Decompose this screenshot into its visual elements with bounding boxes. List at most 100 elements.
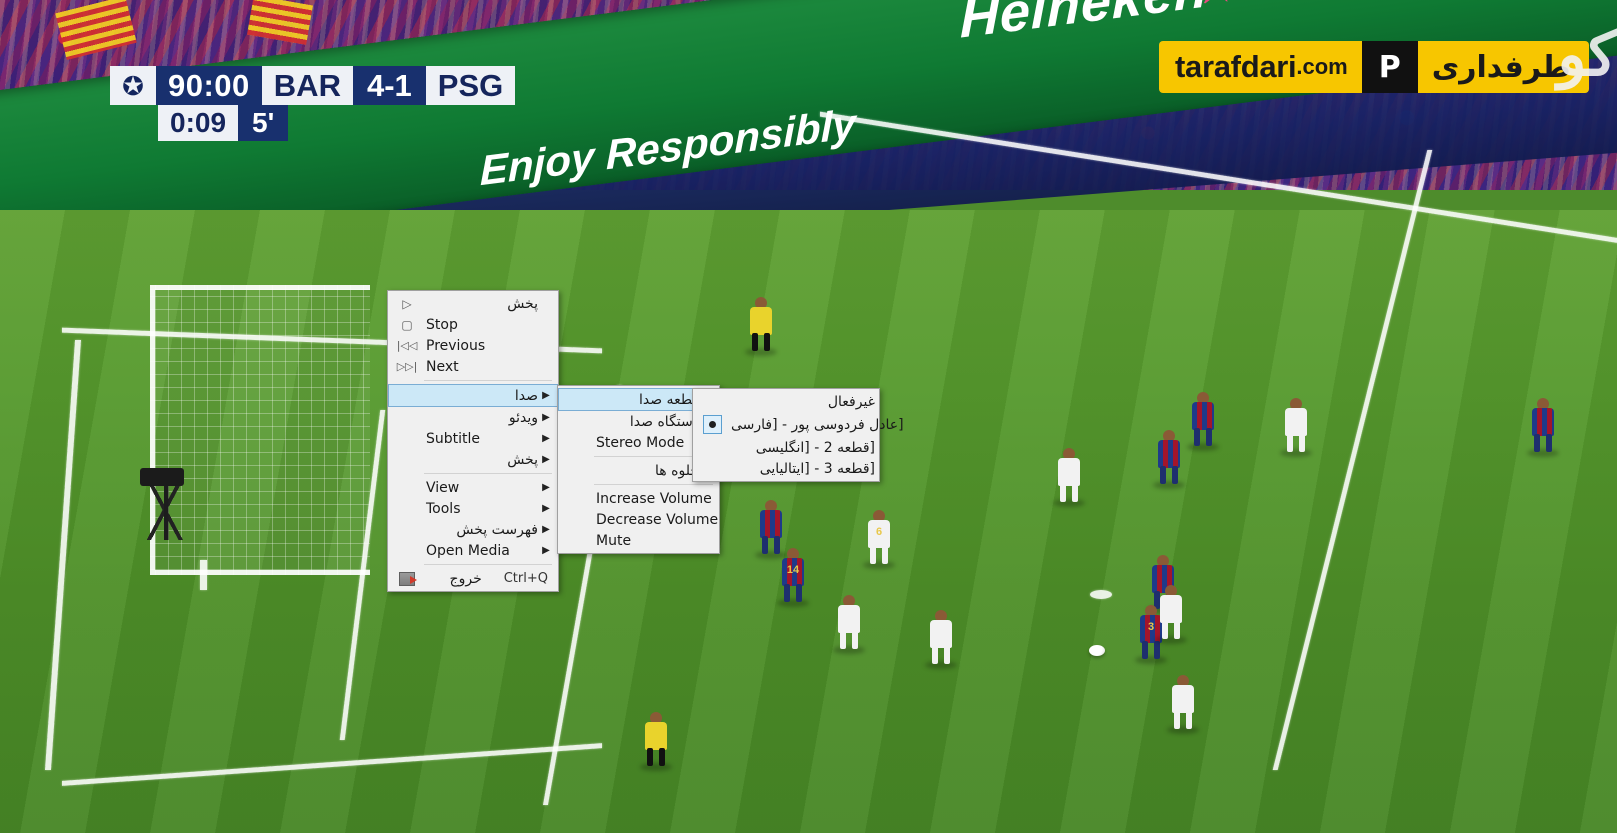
submenu-item-decrease-volume[interactable]: Decrease Volume [558, 509, 719, 530]
track-item-persian[interactable]: [عادل فردوسی پور - [فارسی [693, 412, 904, 437]
added-time-minutes: 5' [238, 105, 289, 141]
chevron-right-icon: ▶ [542, 482, 550, 493]
menu-item-audio[interactable]: صدا ▶ [388, 384, 558, 407]
quit-icon [392, 571, 422, 586]
player-psg [1053, 448, 1085, 507]
menu-item-label: فهرست پخش [456, 521, 538, 538]
track-item-label: [عادل فردوسی پور - [فارسی [731, 416, 904, 433]
menu-item-video[interactable]: ویدئو ▶ [388, 407, 558, 428]
player-psg [1155, 585, 1187, 644]
pitch-line-halfway [1272, 150, 1433, 770]
context-menu[interactable]: ▷ پخش ▢ Stop |◁◁ Previous ▷▷| Next صدا ▶ [387, 290, 559, 592]
menu-item-label: ویدئو [508, 409, 538, 426]
submenu-item-mute[interactable]: Mute [558, 530, 719, 551]
menu-item-playback[interactable]: پخش ▶ [388, 449, 558, 470]
submenu-item-label: Decrease Volume [596, 511, 719, 528]
menu-item-next[interactable]: ▷▷| Next [388, 356, 558, 377]
radio-selected-icon [697, 415, 727, 434]
player-psg: 6 [863, 510, 895, 569]
submenu-item-label: Mute [596, 532, 632, 549]
chevron-right-icon: ▶ [542, 412, 550, 423]
track-item-label: غیرفعال [827, 393, 875, 410]
chevron-right-icon: ▶ [542, 545, 550, 556]
player-barcelona: 14 [777, 548, 809, 607]
player-barcelona: 3 [1135, 605, 1167, 664]
menu-separator [424, 564, 552, 565]
champions-league-icon: ✪ [110, 66, 156, 105]
watermark-tld: .com [1296, 54, 1348, 79]
player-psg [925, 610, 957, 669]
player-psg [1280, 398, 1312, 457]
menu-item-label: Open Media [426, 542, 510, 559]
camera-body [140, 468, 184, 486]
track-item-english[interactable]: [قطعه 2 - [انگلیسی [693, 437, 879, 458]
track-item-disable[interactable]: غیرفعال [693, 391, 879, 412]
track-item-italian[interactable]: [قطعه 3 - [ایتالیایی [693, 458, 879, 479]
menu-item-open-media[interactable]: Open Media ▶ [388, 540, 558, 561]
menu-separator [424, 380, 552, 381]
submenu-item-label: Increase Volume [596, 490, 712, 507]
menu-item-label: View [426, 479, 460, 496]
player-referee [640, 712, 672, 771]
menu-item-subtitle[interactable]: Subtitle ▶ [388, 428, 558, 449]
menu-item-label: پخش [507, 451, 538, 468]
submenu-item-label: جلوه ها [655, 462, 699, 479]
stop-icon: ▢ [401, 317, 413, 332]
menu-item-label: خروج [449, 570, 482, 587]
menu-item-label: Stop [426, 316, 458, 333]
watermark-site-name: tarafdari [1175, 49, 1297, 84]
chevron-right-icon: ▶ [542, 390, 550, 401]
player-barcelona [1527, 398, 1559, 457]
menu-item-play[interactable]: ▷ پخش [388, 293, 558, 314]
menu-item-playlist[interactable]: فهرست پخش ▶ [388, 519, 558, 540]
player-psg [833, 595, 865, 654]
video-player-stage: Heineken Enjoy Responsibly Heineken ★ ★ [0, 0, 1617, 833]
track-item-label: [قطعه 2 - [انگلیسی [755, 439, 875, 456]
chevron-right-icon: ▶ [542, 454, 550, 465]
match-clock: 90:00 [156, 66, 262, 105]
track-item-label: [قطعه 3 - [ایتالیایی [759, 460, 875, 477]
play-icon: ▷ [402, 296, 412, 311]
away-team: PSG [425, 66, 516, 105]
menu-separator [424, 473, 552, 474]
player-barcelona [1187, 392, 1219, 451]
submenu-item-increase-volume[interactable]: Increase Volume [558, 488, 719, 509]
scoreboard: ✪ 90:00 BAR 4-1 PSG 0:09 5' [110, 66, 516, 141]
menu-item-quit[interactable]: خروج Ctrl+Q [388, 568, 558, 589]
player-psg [1167, 675, 1199, 734]
menu-item-previous[interactable]: |◁◁ Previous [388, 335, 558, 356]
added-time-clock: 0:09 [158, 105, 239, 141]
menu-item-tools[interactable]: Tools ▶ [388, 498, 558, 519]
submenu-item-label: دستگاه صدا [629, 413, 699, 430]
menu-item-stop[interactable]: ▢ Stop [388, 314, 558, 335]
menu-item-view[interactable]: View ▶ [388, 477, 558, 498]
next-icon: ▷▷| [396, 360, 418, 373]
chevron-right-icon: ▶ [542, 433, 550, 444]
menu-item-shortcut: Ctrl+Q [503, 571, 548, 586]
chevron-right-icon: ▶ [542, 503, 550, 514]
player-barcelona [1153, 430, 1185, 489]
menu-item-label: Next [426, 358, 459, 375]
audio-track-submenu[interactable]: غیرفعال [عادل فردوسی پور - [فارسی [قطعه … [692, 388, 904, 482]
menu-item-label: پخش [507, 295, 538, 312]
pitch-line-box-bottom [62, 743, 602, 786]
pitch-line-goal-line [44, 340, 82, 770]
player-referee [745, 297, 777, 356]
home-team: BAR [261, 66, 353, 105]
penalty-spot [1090, 590, 1112, 599]
chevron-right-icon: ▶ [542, 524, 550, 535]
score: 4-1 [352, 66, 426, 105]
menu-item-label: Tools [426, 500, 461, 517]
watermark-edge-text: کو [1557, 21, 1617, 88]
watermark-mark-letter: P [1378, 49, 1401, 85]
submenu-item-label: قطعه صدا [638, 391, 699, 408]
menu-item-label: Previous [426, 337, 486, 354]
menu-separator [594, 484, 713, 485]
submenu-item-label: Stereo Mode [596, 434, 685, 451]
camera-tripod [128, 480, 206, 540]
previous-icon: |◁◁ [396, 339, 418, 352]
watermark-site: tarafdari .com [1159, 41, 1362, 93]
menu-item-label: صدا [514, 387, 538, 404]
menu-item-label: Subtitle [426, 430, 481, 447]
player-barcelona [755, 500, 787, 559]
